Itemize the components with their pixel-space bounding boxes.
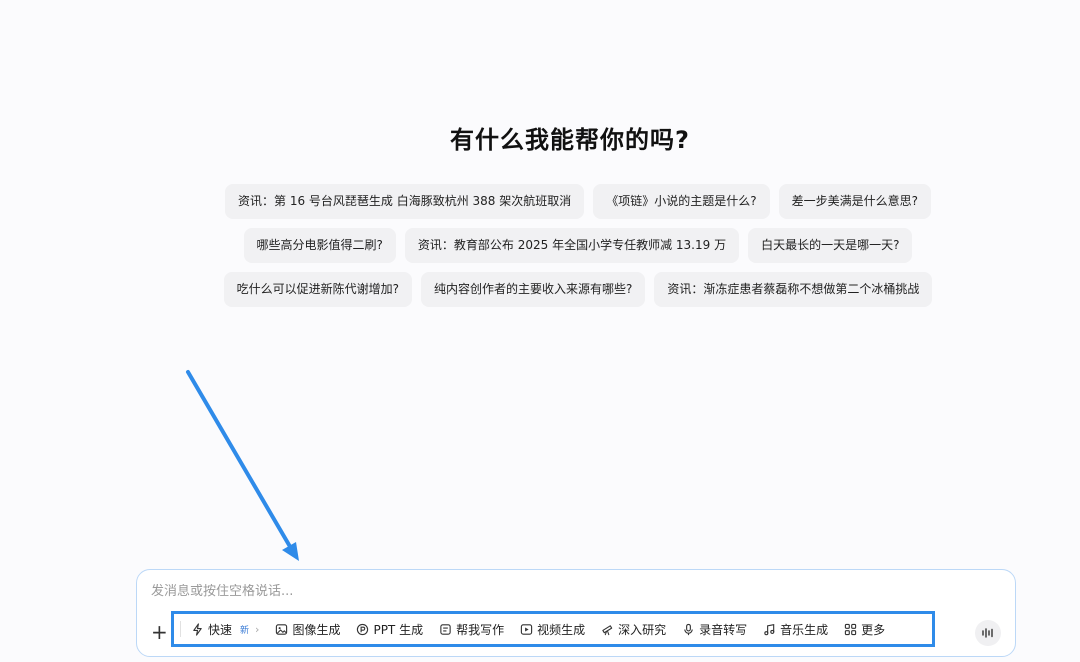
lightning-icon (193, 622, 202, 636)
message-composer: + 快速 新 › 图像生成 PPT 生成 帮我写作 视频生成 深入研究 (136, 569, 1016, 657)
document-icon (440, 623, 451, 635)
tool-ppt-generation[interactable]: PPT 生成 (348, 621, 431, 638)
tool-label: 录音转写 (699, 622, 748, 637)
add-attachment-button[interactable]: + (151, 622, 168, 642)
tool-deep-research[interactable]: 深入研究 (593, 621, 674, 638)
music-note-icon (764, 623, 775, 635)
tool-writing-assistant[interactable]: 帮我写作 (431, 621, 512, 638)
telescope-icon (602, 624, 613, 635)
new-badge: 新 (240, 625, 250, 636)
tool-label: 音乐生成 (780, 622, 829, 637)
microphone-icon (684, 623, 693, 635)
tool-label: 图像生成 (292, 622, 341, 637)
tool-label: 快速 (208, 622, 233, 637)
tool-label: 深入研究 (618, 622, 667, 637)
tool-music-generation[interactable]: 音乐生成 (755, 621, 836, 638)
tool-audio-transcription[interactable]: 录音转写 (674, 621, 755, 638)
tools-toolbar: 快速 新 › 图像生成 PPT 生成 帮我写作 视频生成 深入研究 录音转写 音… (171, 611, 935, 647)
tool-label: 帮我写作 (456, 622, 505, 637)
tool-quick-mode[interactable]: 快速 新 › (183, 621, 267, 638)
voice-input-button[interactable] (975, 620, 1001, 646)
tool-label: 更多 (861, 622, 886, 637)
ppt-icon (357, 623, 369, 635)
tool-video-generation[interactable]: 视频生成 (512, 621, 593, 638)
tool-label: 视频生成 (537, 622, 586, 637)
toolbar-divider (180, 621, 181, 637)
video-icon (520, 623, 533, 635)
chevron-right-icon: › (255, 622, 260, 636)
annotation-arrow (186, 370, 299, 561)
message-input[interactable] (151, 584, 971, 599)
grid-icon (844, 623, 857, 635)
sound-wave-icon (982, 628, 993, 638)
tool-label: PPT 生成 (373, 622, 424, 637)
tool-more[interactable]: 更多 (836, 621, 893, 638)
image-icon (276, 623, 288, 635)
tool-image-generation[interactable]: 图像生成 (267, 621, 348, 638)
